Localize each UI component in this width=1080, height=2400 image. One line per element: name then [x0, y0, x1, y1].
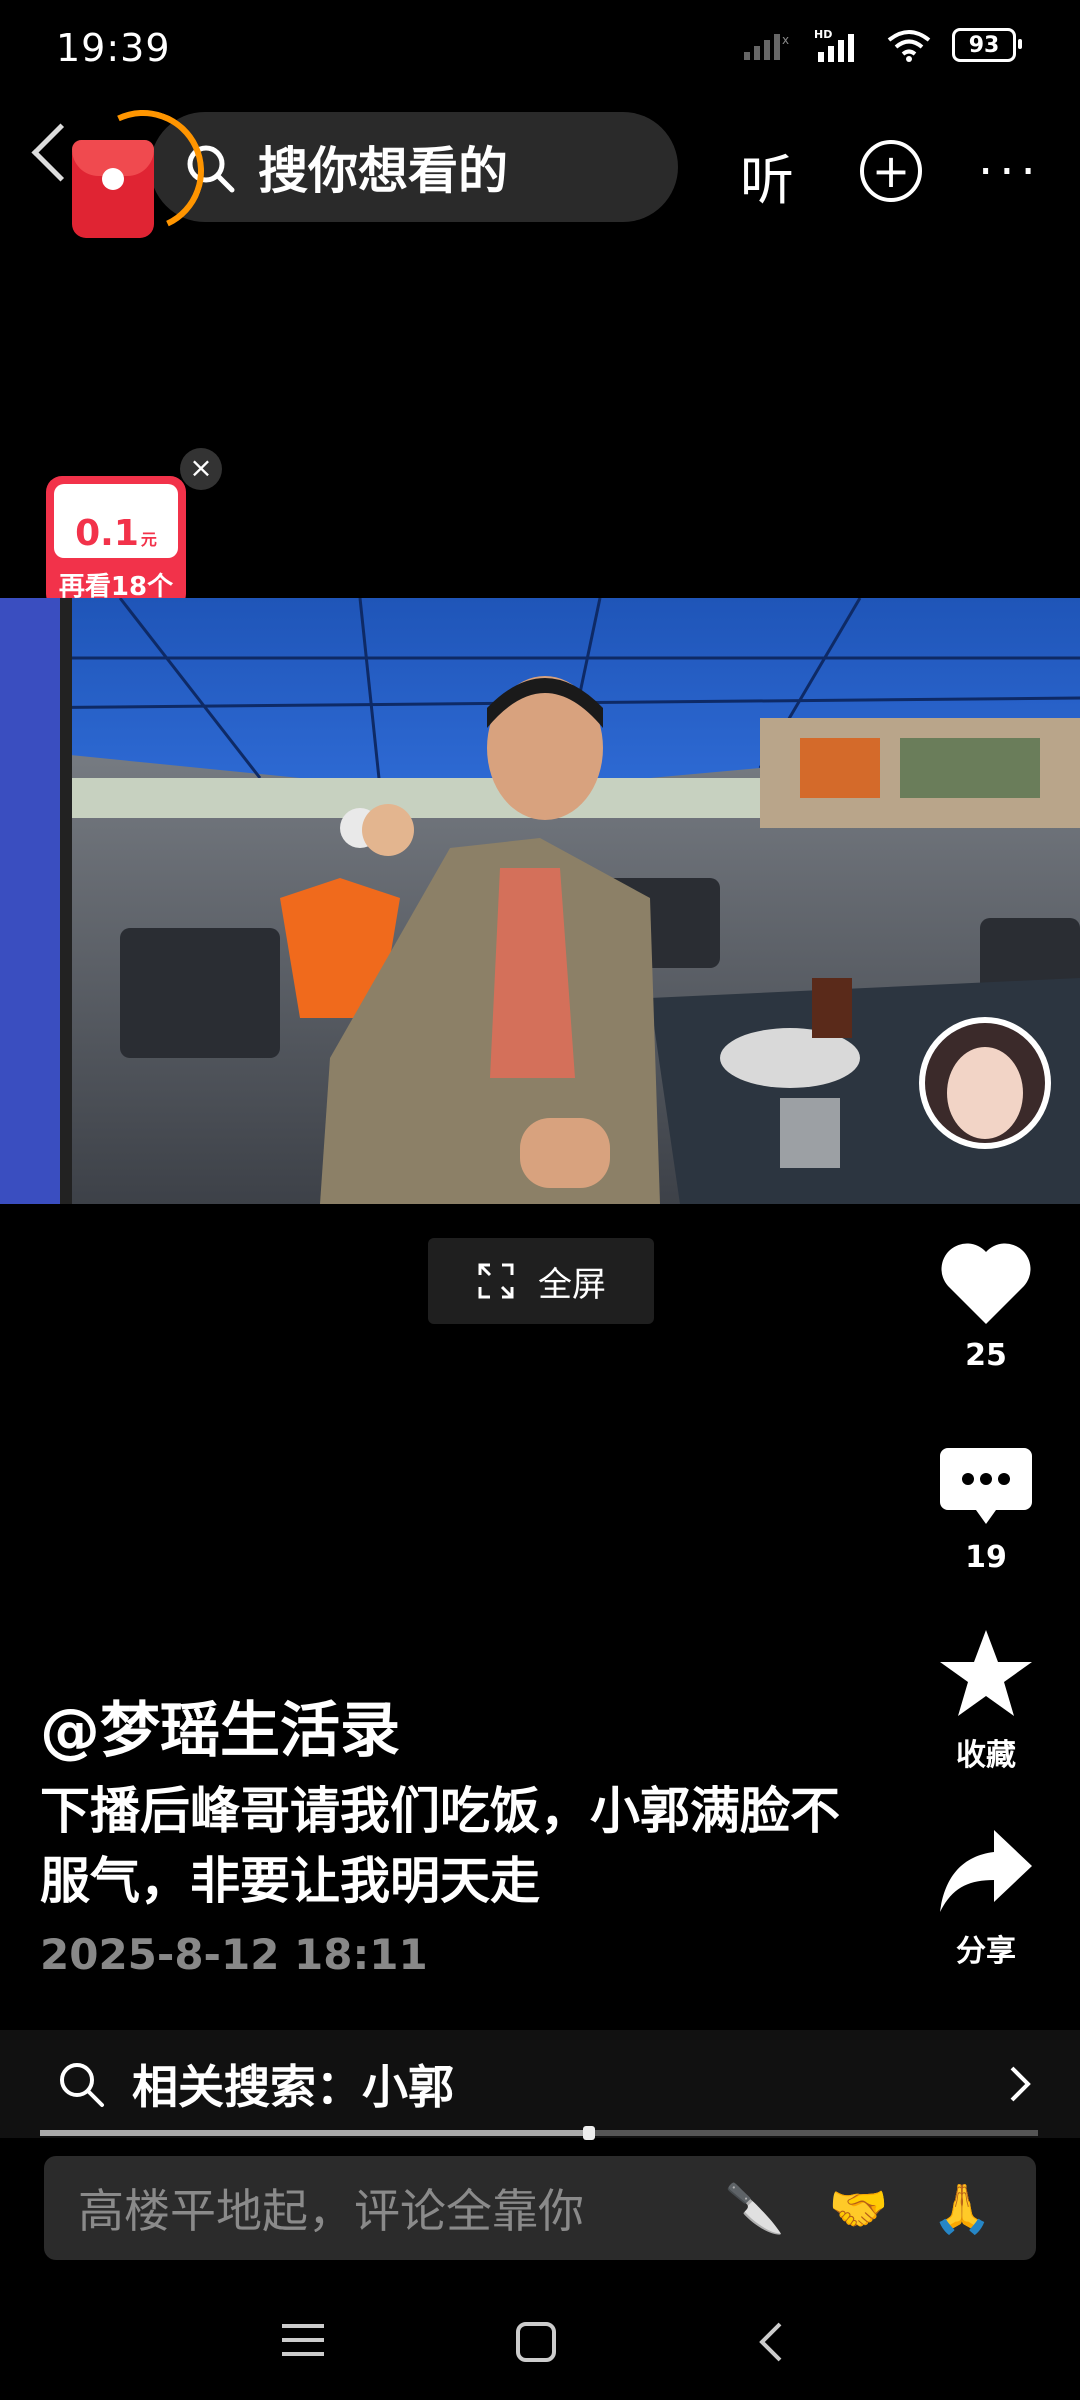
related-search-label: 相关搜索：小郭 — [132, 2060, 454, 2114]
svg-text:x: x — [782, 33, 789, 47]
chevron-right-icon — [1010, 2066, 1031, 2102]
comment-icon — [940, 1448, 1032, 1524]
comment-button[interactable]: 19 — [930, 1444, 1042, 1575]
search-placeholder: 搜你想看的 — [258, 142, 508, 200]
menu-icon[interactable] — [280, 2320, 326, 2360]
search-icon — [60, 2063, 104, 2107]
status-time: 19:39 — [56, 26, 171, 70]
red-packet-icon[interactable] — [72, 140, 154, 238]
more-icon[interactable]: ··· — [978, 148, 1042, 196]
status-icons: x HD 93 — [742, 28, 1022, 62]
video-frame — [0, 598, 1080, 1204]
fullscreen-button[interactable]: 全屏 — [428, 1238, 654, 1324]
expand-icon — [478, 1263, 514, 1299]
comment-input[interactable]: 高楼平地起，评论全靠你 🔪 🤝 🙏 — [44, 2156, 1036, 2260]
post-date: 2025-8-12 18:11 — [40, 1930, 428, 1979]
battery-icon: 93 — [952, 28, 1022, 62]
wifi-icon — [887, 30, 931, 62]
share-label: 分享 — [956, 1934, 1016, 1969]
signal-icon: HD — [814, 28, 854, 62]
coupon-amount: 0.1 — [75, 513, 139, 554]
share-icon — [940, 1830, 1032, 1912]
like-count: 25 — [965, 1338, 1007, 1373]
pray-emoji[interactable]: 🙏 — [932, 2180, 992, 2237]
fullscreen-label: 全屏 — [538, 1264, 606, 1305]
comment-placeholder: 高楼平地起，评论全靠你 — [78, 2184, 584, 2238]
svg-text:HD: HD — [814, 28, 832, 41]
battery-level: 93 — [968, 32, 1000, 58]
related-search-bar[interactable]: 相关搜索：小郭 — [0, 2030, 1080, 2138]
share-button[interactable]: 分享 — [930, 1826, 1042, 1970]
coupon-unit: 元 — [140, 530, 157, 549]
author-handle[interactable]: @梦瑶生活录 — [40, 1682, 400, 1769]
signal-off-icon: x — [744, 33, 789, 60]
star-icon — [940, 1630, 1032, 1716]
close-icon[interactable]: × — [180, 448, 222, 490]
listen-button[interactable]: 听 — [740, 136, 794, 215]
coupon-badge[interactable]: 0.1 元 再看18个 — [46, 476, 186, 610]
handshake-emoji[interactable]: 🤝 — [828, 2180, 888, 2237]
knife-emoji[interactable]: 🔪 — [725, 2180, 785, 2237]
home-icon[interactable] — [514, 2320, 558, 2364]
progress-fill — [40, 2130, 589, 2136]
comment-count: 19 — [965, 1540, 1007, 1575]
back-nav-icon[interactable] — [756, 2320, 786, 2364]
add-icon[interactable]: + — [860, 140, 922, 202]
playback-progress[interactable] — [40, 2126, 1038, 2140]
progress-knob[interactable] — [582, 2126, 595, 2140]
video-player[interactable] — [0, 598, 1080, 1204]
heart-icon — [941, 1243, 1031, 1324]
like-button[interactable]: 25 — [930, 1240, 1042, 1373]
favorite-button[interactable]: 收藏 — [930, 1628, 1042, 1774]
favorite-label: 收藏 — [956, 1738, 1016, 1773]
post-caption: 下播后峰哥请我们吃饭，小郭满脸不服气，非要让我明天走 — [40, 1782, 840, 1910]
